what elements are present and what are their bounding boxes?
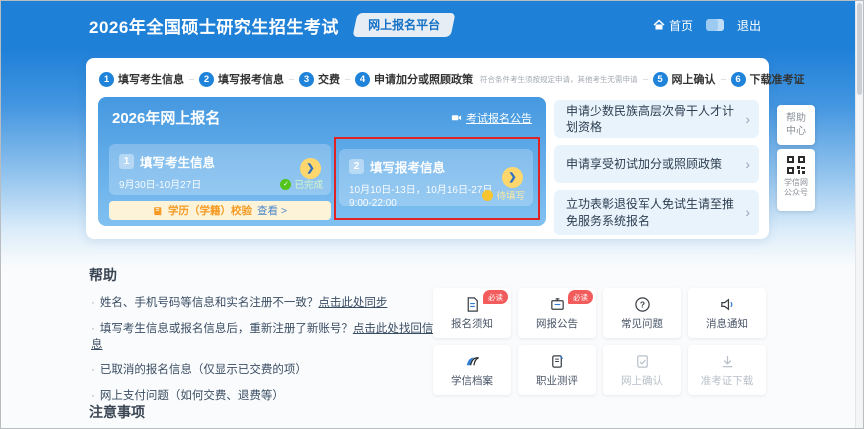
- sync-info-link[interactable]: 点击此处同步: [318, 297, 387, 309]
- clipboard-check-icon: [634, 353, 651, 370]
- notice-section-heading: 注意事项: [89, 402, 145, 422]
- promo-header: 2026年网上报名 考试报名公告: [98, 97, 546, 128]
- header: 2026年全国硕士研究生招生考试 网上报名平台 首页 退出: [1, 1, 863, 49]
- verification-label: 学历（学籍）校验: [168, 203, 252, 218]
- question-icon: ?: [634, 296, 651, 313]
- online-announcement-tile[interactable]: 必读 网报公告: [518, 288, 596, 338]
- notebook-pencil-icon: [549, 353, 566, 370]
- help-item: ·网上支付问题（如何交费、退费等）: [91, 387, 436, 403]
- step-connector: [345, 79, 350, 80]
- help-item: ·姓名、手机号码等信息和实名注册不一致？点击此处同步: [91, 294, 436, 310]
- help-section-heading: 帮助: [89, 265, 117, 285]
- step-connector: [189, 79, 194, 80]
- home-icon: [653, 19, 665, 31]
- chsi-archive-tile[interactable]: 学信档案: [433, 345, 511, 395]
- logout-link[interactable]: 退出: [737, 17, 761, 34]
- chevron-right-icon: ›: [745, 203, 750, 222]
- step-6: 6下载准考证: [731, 71, 805, 87]
- qr-code-icon: [786, 155, 806, 175]
- status-badge: 待填写: [496, 188, 525, 202]
- veteran-exemption-link[interactable]: 立功表彰退役军人免试生请至推免服务系统报名›: [554, 190, 759, 235]
- step-connector: [643, 79, 648, 80]
- career-assessment-tile[interactable]: 职业测评: [518, 345, 596, 395]
- chevron-right-icon: ›: [745, 155, 750, 174]
- step-indicator: 1填写考生信息 2填写报考信息 3交费 4申请加分或照顾政策符合条件考生须按规定…: [99, 67, 756, 91]
- book-icon: [153, 206, 163, 216]
- card1-go-button[interactable]: ❯: [300, 158, 321, 179]
- step-5: 5网上确认: [653, 71, 716, 87]
- must-read-badge: 必读: [483, 290, 508, 304]
- quick-actions-grid: 必读 报名须知 必读 网报公告 ? 常见问题 消息通知 学信档案 职业测评 网上…: [433, 288, 766, 395]
- card2-status: 待填写: [482, 188, 525, 202]
- help-item: ·填写考生信息或报名信息后，重新注册了新账号？点击此处找回信息: [91, 320, 436, 352]
- help-center-widget[interactable]: 帮助中心: [777, 105, 815, 145]
- done-check-icon: ✓: [280, 179, 291, 190]
- payment-issues-link[interactable]: 网上支付问题（如何交费、退费等）: [100, 390, 284, 402]
- card1-status: ✓ 已完成: [280, 177, 323, 191]
- home-link[interactable]: 首页: [653, 17, 693, 34]
- platform-badge: 网上报名平台: [352, 13, 455, 37]
- application-info-card[interactable]: 2 填写报考信息 10月10日-13日，10月16日-27日 9:00-22:0…: [339, 149, 533, 206]
- education-verification-bar: 学历（学籍）校验 查看 >: [109, 201, 331, 220]
- notifications-tile[interactable]: 消息通知: [688, 288, 766, 338]
- minority-program-link[interactable]: 申请少数民族高层次骨干人才计划资格›: [554, 100, 759, 138]
- step-connector: [289, 79, 294, 80]
- svg-text:?: ?: [639, 299, 644, 309]
- help-list: ·姓名、手机号码等信息和实名注册不一致？点击此处同步 ·填写考生信息或报名信息后…: [91, 294, 436, 412]
- user-avatar[interactable]: [706, 19, 724, 31]
- card1-title: 填写考生信息: [140, 152, 215, 171]
- step-3: 3交费: [299, 71, 340, 87]
- card2-title: 填写报考信息: [370, 157, 445, 176]
- card2-go-button[interactable]: ❯: [502, 167, 523, 188]
- step-4: 4申请加分或照顾政策符合条件考生须按规定申请，其他考生无需申请: [355, 71, 638, 87]
- help-item: ·已取消的报名信息（仅显示已交费的项）: [91, 361, 436, 377]
- announcement-icon: [451, 112, 462, 123]
- online-registration-card: 2026年网上报名 考试报名公告 1 填写考生信息 9月30日-10月27日 ❯…: [98, 97, 546, 226]
- exam-registration-page: 2026年全国硕士研究生招生考试 网上报名平台 首页 退出 1填写考生信息 2填…: [0, 0, 864, 429]
- faq-tile[interactable]: ? 常见问题: [603, 288, 681, 338]
- bulletin-board-icon: [549, 296, 566, 313]
- chsi-logo-icon: [463, 353, 481, 370]
- candidate-info-card[interactable]: 1 填写考生信息 9月30日-10月27日 ❯ ✓ 已完成: [109, 144, 331, 195]
- header-nav: 首页 退出: [653, 17, 761, 34]
- cancelled-registration-link[interactable]: 已取消的报名信息（仅显示已交费的项）: [100, 364, 307, 376]
- step-4-note: 符合条件考生须按规定申请，其他考生无需申请: [480, 74, 638, 85]
- page-title: 2026年全国硕士研究生招生考试: [89, 13, 339, 38]
- download-icon: [719, 353, 736, 370]
- step-connector: [721, 79, 726, 80]
- registration-notice-tile[interactable]: 必读 报名须知: [433, 288, 511, 338]
- online-confirmation-tile: 网上确认: [603, 345, 681, 395]
- step-2: 2填写报考信息: [199, 71, 284, 87]
- pending-dot-icon: [482, 190, 493, 201]
- speaker-icon: [719, 296, 736, 313]
- admission-ticket-download-tile: 准考证下载: [688, 345, 766, 395]
- status-badge: 已完成: [294, 177, 323, 191]
- main-card: 1填写考生信息 2填写报考信息 3交费 4申请加分或照顾政策符合条件考生须按规定…: [86, 58, 769, 239]
- card1-number: 1: [119, 154, 134, 169]
- document-icon: [464, 296, 481, 313]
- chevron-right-icon: ›: [745, 110, 750, 129]
- step-1: 1填写考生信息: [99, 71, 184, 87]
- card2-number: 2: [349, 159, 364, 174]
- scrollbar-thumb[interactable]: [857, 3, 862, 95]
- scrollbar[interactable]: [855, 1, 863, 428]
- must-read-badge: 必读: [568, 290, 593, 304]
- promo-title: 2026年网上报名: [112, 107, 220, 128]
- verification-view-link[interactable]: 查看 >: [257, 203, 287, 218]
- exam-announcement-link[interactable]: 考试报名公告: [451, 110, 532, 126]
- chsi-qrcode-widget[interactable]: 学信网公众号: [777, 149, 815, 211]
- bonus-policy-link[interactable]: 申请享受初试加分或照顾政策›: [554, 145, 759, 183]
